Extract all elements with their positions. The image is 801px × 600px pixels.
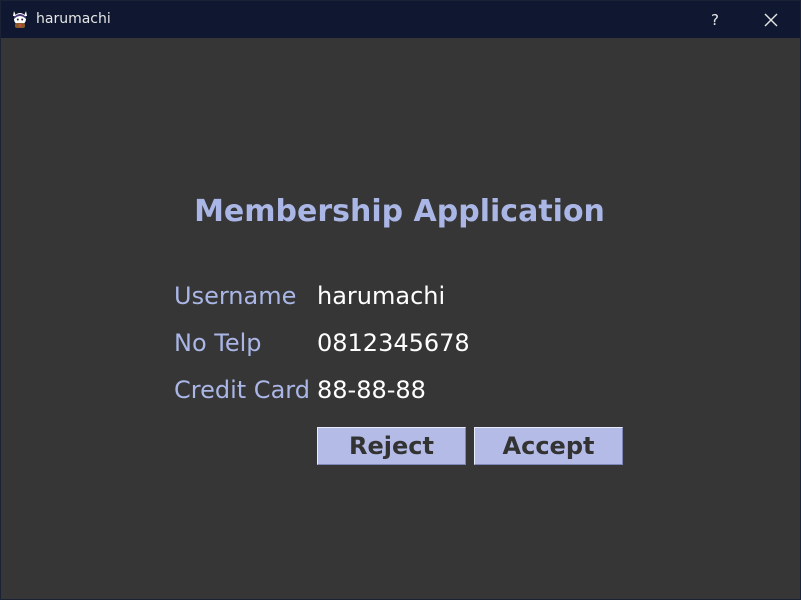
username-label: Username xyxy=(174,282,297,310)
accept-button[interactable]: Accept xyxy=(474,427,623,465)
reject-button[interactable]: Reject xyxy=(317,427,466,465)
title-bar[interactable]: harumachi ? xyxy=(1,1,800,38)
phone-label: No Telp xyxy=(174,329,262,357)
app-window: harumachi ? Membership Application Usern… xyxy=(0,0,801,600)
credit-card-value: 88-88-88 xyxy=(317,376,426,404)
app-mascot-icon xyxy=(10,9,30,29)
question-icon: ? xyxy=(711,10,719,29)
close-button[interactable] xyxy=(753,1,789,38)
close-icon xyxy=(764,13,778,26)
help-button[interactable]: ? xyxy=(701,1,729,38)
page-title: Membership Application xyxy=(194,194,605,229)
credit-card-label: Credit Card xyxy=(174,376,310,404)
username-value: harumachi xyxy=(317,282,446,310)
window-title: harumachi xyxy=(36,11,111,27)
phone-value: 0812345678 xyxy=(317,329,470,357)
